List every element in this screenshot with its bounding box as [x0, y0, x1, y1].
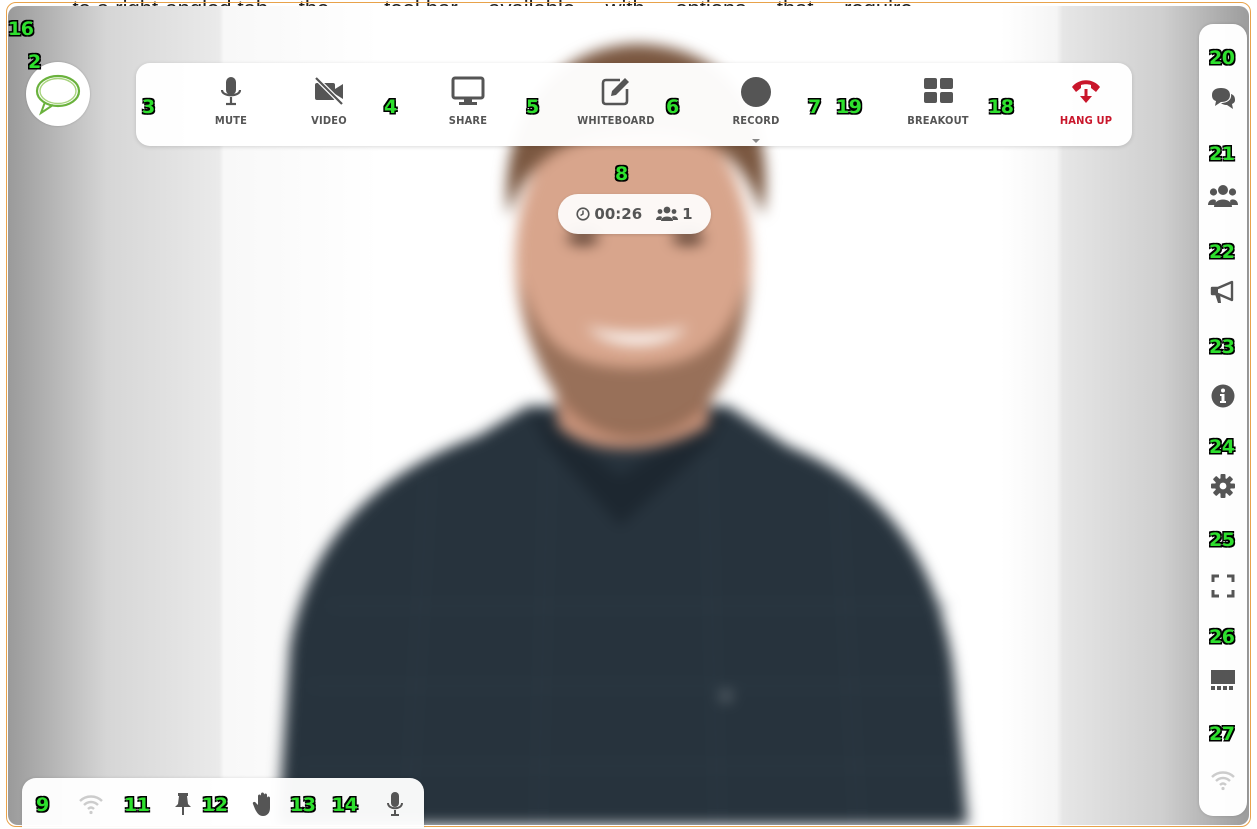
marker-27: 27 — [1209, 723, 1235, 745]
clock-icon — [576, 207, 591, 221]
marker-26: 26 — [1209, 626, 1235, 648]
call-status: 00:26 1 — [558, 194, 711, 234]
video-label: VIDEO — [311, 114, 347, 127]
connection-status — [1207, 764, 1239, 796]
microphone-icon — [220, 77, 242, 106]
whiteboard-label: WHITEBOARD — [577, 114, 655, 127]
marker-4: 4 — [384, 96, 397, 118]
marker-22: 22 — [1209, 241, 1235, 263]
announce-button[interactable] — [1207, 276, 1239, 308]
users-icon — [1208, 185, 1238, 207]
mute-button[interactable]: MUTE — [186, 75, 276, 137]
hang-up-button[interactable]: HANG UP — [1041, 75, 1131, 137]
record-label: RECORD — [732, 114, 780, 127]
info-icon — [1211, 384, 1235, 408]
chat-button[interactable] — [1207, 82, 1239, 114]
marker-14: 14 — [332, 794, 358, 816]
fullscreen-button[interactable] — [1207, 570, 1239, 602]
marker-3: 3 — [142, 96, 155, 118]
breakout-label: BREAKOUT — [907, 114, 969, 127]
megaphone-icon — [1210, 280, 1234, 303]
marker-23: 23 — [1209, 336, 1235, 358]
marker-11: 11 — [124, 794, 150, 816]
video-off-icon — [314, 76, 344, 106]
marker-21: 21 — [1209, 143, 1235, 165]
share-label: SHARE — [448, 114, 488, 127]
record-dropdown-caret[interactable] — [752, 139, 760, 143]
record-button[interactable]: RECORD — [711, 75, 801, 137]
top-toolbar: MUTE VIDEO SHARE WHITEBOARD RECORD BREAK… — [136, 63, 1132, 146]
call-timer: 00:26 — [594, 205, 643, 223]
hand-icon — [252, 792, 270, 816]
info-button[interactable] — [1207, 380, 1239, 412]
wifi-icon — [79, 795, 103, 815]
breakout-button[interactable]: BREAKOUT — [893, 75, 983, 137]
users-icon — [656, 206, 679, 221]
hang-up-label: HANG UP — [1059, 114, 1113, 127]
marker-16: 16 — [8, 18, 34, 40]
grid-icon — [924, 78, 953, 103]
layout-strip-icon — [1211, 670, 1235, 690]
chat-icon — [1212, 88, 1235, 109]
marker-18: 18 — [988, 96, 1014, 118]
microphone-icon — [387, 792, 403, 816]
layout-button[interactable] — [1207, 664, 1239, 696]
mic-status[interactable] — [382, 791, 408, 817]
raise-hand-button[interactable] — [250, 791, 276, 817]
monitor-icon — [451, 76, 485, 105]
wifi-icon — [1211, 771, 1235, 791]
marker-24: 24 — [1209, 436, 1235, 458]
marker-8: 8 — [615, 163, 628, 185]
whiteboard-button[interactable]: WHITEBOARD — [566, 75, 666, 137]
marker-25: 25 — [1209, 529, 1235, 551]
marker-6: 6 — [666, 96, 679, 118]
gear-icon — [1211, 474, 1235, 498]
fullscreen-icon — [1211, 574, 1235, 598]
pin-button[interactable] — [170, 791, 196, 817]
settings-button[interactable] — [1207, 470, 1239, 502]
video-button[interactable]: VIDEO — [284, 75, 374, 137]
marker-9: 9 — [36, 794, 49, 816]
marker-13: 13 — [290, 794, 316, 816]
phone-hangup-icon — [1072, 80, 1100, 103]
participants-button[interactable] — [1207, 180, 1239, 212]
marker-19: 19 — [836, 96, 862, 118]
pin-icon — [175, 793, 191, 815]
mute-label: MUTE — [214, 114, 248, 127]
network-quality — [78, 791, 104, 817]
marker-2: 2 — [28, 51, 41, 73]
edit-square-icon — [601, 78, 629, 106]
speech-bubble-logo-icon — [35, 74, 81, 116]
record-circle-icon — [741, 77, 771, 107]
meeting-window: ... to a right-angled tab ... the ... ..… — [0, 0, 1257, 829]
marker-12: 12 — [202, 794, 228, 816]
marker-7: 7 — [808, 96, 821, 118]
marker-5: 5 — [526, 96, 539, 118]
marker-20: 20 — [1209, 47, 1235, 69]
participant-count: 1 — [682, 205, 693, 223]
share-button[interactable]: SHARE — [423, 75, 513, 137]
